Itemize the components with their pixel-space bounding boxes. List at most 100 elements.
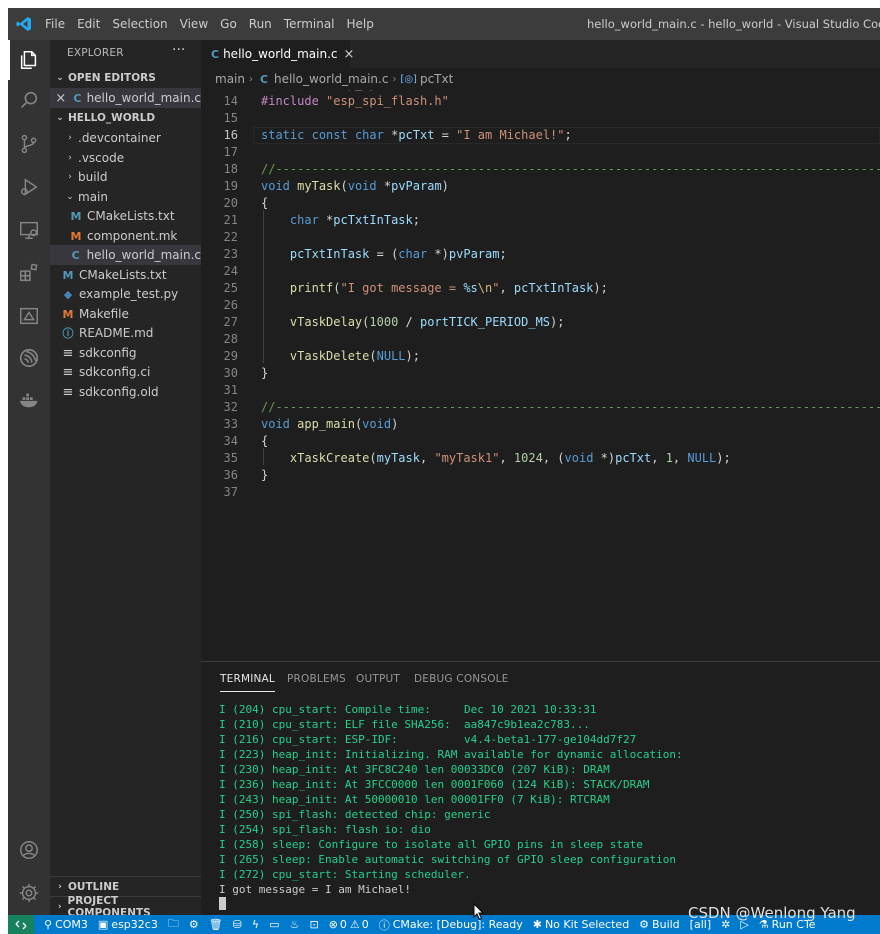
kit-item[interactable]: ✱ No Kit Selected bbox=[533, 918, 629, 931]
flash-icon[interactable]: ϟ bbox=[252, 918, 259, 931]
tree-item-main[interactable]: ⌄ main bbox=[50, 187, 201, 207]
cmake-icon[interactable] bbox=[8, 296, 50, 336]
code-line: 27 vTaskDelay(1000 / portTICK_PERIOD_MS)… bbox=[223, 315, 565, 329]
tree-item-root-cmakelists[interactable]: M CMakeLists.txt bbox=[50, 265, 201, 285]
problems-item[interactable]: ⊗ 0 ⚠ 0 bbox=[329, 918, 369, 931]
search-icon[interactable] bbox=[8, 80, 50, 120]
chevron-right-icon: › bbox=[392, 73, 397, 85]
cmake-file-icon: M bbox=[62, 268, 74, 282]
sidebar-title: EXPLORER bbox=[67, 47, 124, 59]
breadcrumb: main › C hello_world_main.c › [◎] pcTxt bbox=[201, 68, 880, 90]
espressif-icon[interactable] bbox=[8, 338, 50, 378]
remote-indicator-icon[interactable] bbox=[8, 915, 34, 934]
makefile-icon: M bbox=[70, 229, 82, 243]
tab-debug-console[interactable]: DEBUG CONSOLE bbox=[414, 673, 509, 685]
open-editor-label: hello_world_main.c bbox=[86, 91, 201, 105]
tree-item-label: build bbox=[78, 170, 108, 184]
account-icon[interactable] bbox=[8, 830, 50, 870]
workspace-section[interactable]: ⌄ HELLO_WORLD bbox=[50, 108, 201, 128]
close-icon[interactable]: × bbox=[50, 91, 66, 106]
target-item[interactable]: ▣ esp32c3 bbox=[98, 918, 158, 931]
tab-problems[interactable]: PROBLEMS bbox=[287, 673, 346, 685]
source-control-icon[interactable] bbox=[8, 124, 50, 164]
cmake-status-item[interactable]: ⓘ CMake: [Debug]: Ready bbox=[379, 917, 523, 933]
folder-icon[interactable]: 🗀 bbox=[168, 915, 179, 934]
remote-explorer-icon[interactable] bbox=[8, 210, 50, 250]
tree-item-component-mk[interactable]: M component.mk bbox=[50, 226, 201, 246]
run-debug-icon[interactable] bbox=[8, 167, 50, 207]
tree-item-main-cmakelists[interactable]: M CMakeLists.txt bbox=[50, 206, 201, 226]
open-editors-section[interactable]: ⌄ OPEN EDITORS bbox=[50, 68, 201, 88]
terminal-line: I (250) spi_flash: detected chip: generi… bbox=[219, 808, 491, 821]
code-line: 18//------------------------------------… bbox=[223, 162, 880, 176]
tree-item-makefile[interactable]: M Makefile bbox=[50, 304, 201, 324]
program-output-line: I got message = I am Michael! bbox=[219, 883, 412, 896]
tree-item-sdkconfig-ci[interactable]: ≡ sdkconfig.ci bbox=[50, 362, 201, 382]
code-line: 24 bbox=[223, 264, 238, 278]
section-label: HELLO_WORLD bbox=[68, 112, 156, 124]
menu-view[interactable]: View bbox=[180, 17, 216, 31]
code-editor[interactable]: 13#include "esp_system.h" 14#include "es… bbox=[201, 90, 880, 661]
menu-selection[interactable]: Selection bbox=[112, 17, 175, 31]
tree-item-sdkconfig-old[interactable]: ≡ sdkconfig.old bbox=[50, 382, 201, 402]
chevron-right-icon: › bbox=[58, 881, 62, 892]
tree-item-label: sdkconfig bbox=[79, 346, 137, 360]
tree-item-sdkconfig[interactable]: ≡ sdkconfig bbox=[50, 343, 201, 363]
panel-tabs: TERMINAL PROBLEMS OUTPUT DEBUG CONSOLE bbox=[201, 662, 880, 696]
database-icon[interactable]: ⛁ bbox=[233, 918, 242, 931]
chevron-down-icon: ⌄ bbox=[66, 192, 74, 202]
tab-close-icon[interactable]: × bbox=[344, 47, 355, 62]
tree-item-devcontainer[interactable]: › .devcontainer bbox=[50, 128, 201, 148]
code-line: 25 printf("I got message = %s\n", pcTxtI… bbox=[223, 281, 608, 295]
flame-icon[interactable]: ♨ bbox=[290, 918, 300, 931]
breadcrumb-symbol[interactable]: pcTxt bbox=[420, 72, 453, 86]
chevron-right-icon: › bbox=[68, 153, 72, 163]
menu-edit[interactable]: Edit bbox=[77, 17, 108, 31]
tab-terminal[interactable]: TERMINAL bbox=[220, 673, 275, 692]
project-components-section[interactable]: › PROJECT COMPONENTS bbox=[50, 895, 201, 915]
terminal-line: I (243) heap_init: At 50000010 len 00001… bbox=[219, 793, 610, 806]
tree-item-example-test[interactable]: ◆ example_test.py bbox=[50, 284, 201, 304]
explorer-icon[interactable] bbox=[8, 40, 50, 80]
tab-output[interactable]: OUTPUT bbox=[356, 673, 400, 685]
menu-run[interactable]: Run bbox=[249, 17, 280, 31]
code-line: 31 bbox=[223, 383, 238, 397]
serial-port-item[interactable]: ⚲ COM3 bbox=[44, 918, 88, 931]
more-actions-icon[interactable]: ··· bbox=[172, 42, 185, 58]
tree-item-label: main bbox=[78, 190, 108, 204]
tree-item-hello-world-main[interactable]: C hello_world_main.c bbox=[50, 245, 201, 265]
open-editor-item[interactable]: × C hello_world_main.c bbox=[50, 88, 201, 108]
settings-gear-icon[interactable] bbox=[8, 873, 50, 913]
code-line: 23 pcTxtInTask = (char *)pvParam; bbox=[223, 247, 507, 261]
window-title: hello_world_main.c - hello_world - Visua… bbox=[587, 17, 880, 31]
monitor-icon[interactable]: ▭ bbox=[269, 918, 279, 931]
breadcrumb-file[interactable]: hello_world_main.c bbox=[274, 72, 388, 86]
tab-hello-world-main[interactable]: C hello_world_main.c × bbox=[201, 40, 354, 68]
trash-icon[interactable]: 🗑 bbox=[209, 918, 223, 931]
menu-bar: File Edit Selection View Go Run Terminal… bbox=[45, 17, 386, 31]
build-item[interactable]: ⚙ Build bbox=[639, 918, 680, 931]
chevron-down-icon: ⌄ bbox=[56, 113, 64, 123]
docker-icon[interactable] bbox=[8, 380, 50, 420]
tree-item-vscode[interactable]: › .vscode bbox=[50, 148, 201, 168]
menu-terminal[interactable]: Terminal bbox=[284, 17, 343, 31]
extensions-icon[interactable] bbox=[8, 253, 50, 293]
menu-help[interactable]: Help bbox=[347, 17, 382, 31]
menu-go[interactable]: Go bbox=[220, 17, 245, 31]
editor-tabs: C hello_world_main.c × bbox=[201, 40, 880, 68]
chevron-right-icon: › bbox=[68, 172, 72, 182]
section-label: OPEN EDITORS bbox=[68, 72, 156, 84]
code-line: 37 bbox=[223, 485, 238, 499]
tree-item-build[interactable]: › build bbox=[50, 167, 201, 187]
info-file-icon: ⓘ bbox=[62, 327, 74, 340]
tree-item-label: CMakeLists.txt bbox=[79, 268, 167, 282]
code-line: 14 #include "esp_spi_flash.h" bbox=[223, 94, 449, 108]
breadcrumb-folder[interactable]: main bbox=[215, 72, 245, 86]
terminal-icon[interactable]: ⊡ bbox=[309, 918, 318, 931]
terminal-output[interactable]: I (204) cpu_start: Compile time: Dec 10 … bbox=[219, 702, 879, 912]
config-file-icon: ≡ bbox=[62, 384, 74, 400]
menu-file[interactable]: File bbox=[45, 17, 73, 31]
outline-section[interactable]: › OUTLINE bbox=[50, 876, 201, 896]
tree-item-readme[interactable]: ⓘ README.md bbox=[50, 323, 201, 343]
gear-icon[interactable]: ⚙ bbox=[189, 918, 199, 931]
